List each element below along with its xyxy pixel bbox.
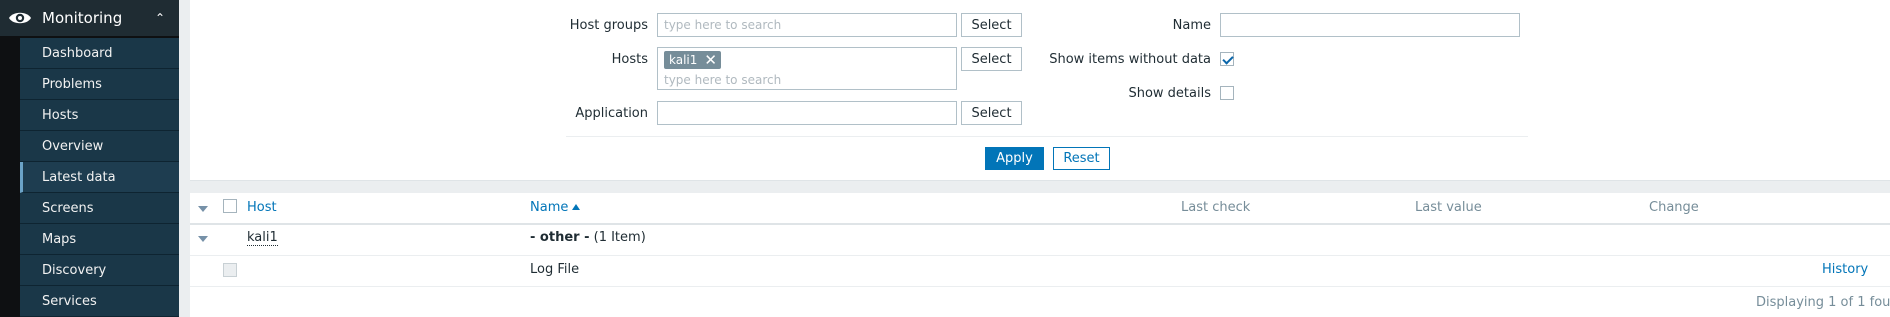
- column-header-name-label: Name: [530, 200, 569, 215]
- application-select-button[interactable]: Select: [961, 101, 1022, 125]
- host-chip: kali1 ✕: [664, 51, 721, 69]
- reset-button[interactable]: Reset: [1053, 147, 1110, 170]
- sidebar-item-hosts[interactable]: Hosts: [20, 100, 179, 131]
- host-cell[interactable]: kali1: [247, 230, 278, 246]
- sidebar-item-label: Discovery: [42, 262, 107, 278]
- sidebar-item-dashboard[interactable]: Dashboard: [20, 38, 179, 69]
- host-groups-placeholder: type here to search: [664, 18, 782, 32]
- host-link[interactable]: kali1: [247, 230, 278, 246]
- host-groups-input[interactable]: type here to search: [657, 13, 957, 37]
- sidebar-item-label: Screens: [42, 200, 94, 216]
- sidebar-item-label: Dashboard: [42, 45, 113, 61]
- show-details-label: Show details: [1128, 86, 1211, 101]
- apply-button[interactable]: Apply: [985, 147, 1044, 170]
- table-row: Log File History: [190, 256, 1890, 287]
- show-items-without-data-label: Show items without data: [1049, 52, 1211, 67]
- sidebar-item-screens[interactable]: Screens: [20, 193, 179, 224]
- group-count: (1 Item): [593, 230, 646, 245]
- sidebar-item-discovery[interactable]: Discovery: [20, 255, 179, 286]
- hosts-placeholder: type here to search: [664, 73, 782, 87]
- column-header-host[interactable]: Host: [247, 200, 277, 215]
- group-name-cell: - other - (1 Item): [530, 230, 646, 245]
- eye-icon: [9, 12, 31, 24]
- sidebar-item-label: Overview: [42, 138, 104, 154]
- show-details-checkbox[interactable]: [1220, 86, 1234, 100]
- filter-panel: Host groups type here to search Select H…: [190, 0, 1890, 181]
- sidebar-item-label: Problems: [42, 76, 102, 92]
- application-label: Application: [575, 106, 648, 121]
- sidebar: Monitoring ⌃ Dashboard Problems Hosts Ov…: [0, 0, 179, 317]
- name-input[interactable]: [1220, 13, 1520, 37]
- column-header-last-value: Last value: [1415, 200, 1482, 215]
- host-chip-label: kali1: [669, 53, 698, 67]
- sidebar-item-latest-data[interactable]: Latest data: [20, 162, 179, 193]
- item-name: Log File: [530, 262, 580, 277]
- sidebar-item-maps[interactable]: Maps: [20, 224, 179, 255]
- latest-data-table: Host Name Last check Last value Change k…: [190, 193, 1890, 317]
- filter-divider: [566, 136, 1528, 137]
- select-all-checkbox[interactable]: [223, 199, 237, 213]
- sidebar-item-label: Latest data: [42, 169, 116, 185]
- table-row: kali1 - other - (1 Item): [190, 225, 1890, 256]
- hosts-label: Hosts: [611, 52, 648, 67]
- item-checkbox[interactable]: [223, 263, 237, 277]
- sidebar-item-label: Hosts: [42, 107, 79, 123]
- name-label: Name: [1172, 18, 1211, 33]
- show-items-without-data-checkbox[interactable]: [1220, 52, 1234, 66]
- paging-summary: Displaying 1 of 1 found: [1756, 295, 1890, 310]
- group-name: - other -: [530, 230, 590, 245]
- history-link[interactable]: History: [1822, 262, 1868, 277]
- sort-ascending-icon: [572, 204, 581, 210]
- host-groups-label: Host groups: [569, 18, 648, 33]
- collapse-all-icon[interactable]: [198, 206, 208, 212]
- sidebar-item-problems[interactable]: Problems: [20, 69, 179, 100]
- sidebar-item-overview[interactable]: Overview: [20, 131, 179, 162]
- close-icon[interactable]: ✕: [704, 52, 717, 68]
- hosts-input[interactable]: kali1 ✕ type here to search: [657, 47, 957, 90]
- column-header-name[interactable]: Name: [530, 200, 581, 215]
- table-header-row: Host Name Last check Last value Change: [190, 193, 1890, 225]
- column-header-last-check: Last check: [1181, 200, 1251, 215]
- column-header-change: Change: [1649, 200, 1699, 215]
- chevron-up-icon[interactable]: ⌃: [155, 11, 165, 25]
- sidebar-item-label: Maps: [42, 231, 77, 247]
- submenu: Dashboard Problems Hosts Overview Latest…: [20, 38, 179, 317]
- sidebar-section-monitoring[interactable]: Monitoring ⌃: [0, 0, 179, 36]
- collapse-group-icon[interactable]: [198, 236, 208, 242]
- sidebar-item-label: Services: [42, 293, 97, 309]
- sidebar-section-title: Monitoring: [42, 9, 123, 27]
- sidebar-item-services[interactable]: Services: [20, 286, 179, 317]
- application-input[interactable]: [657, 101, 957, 125]
